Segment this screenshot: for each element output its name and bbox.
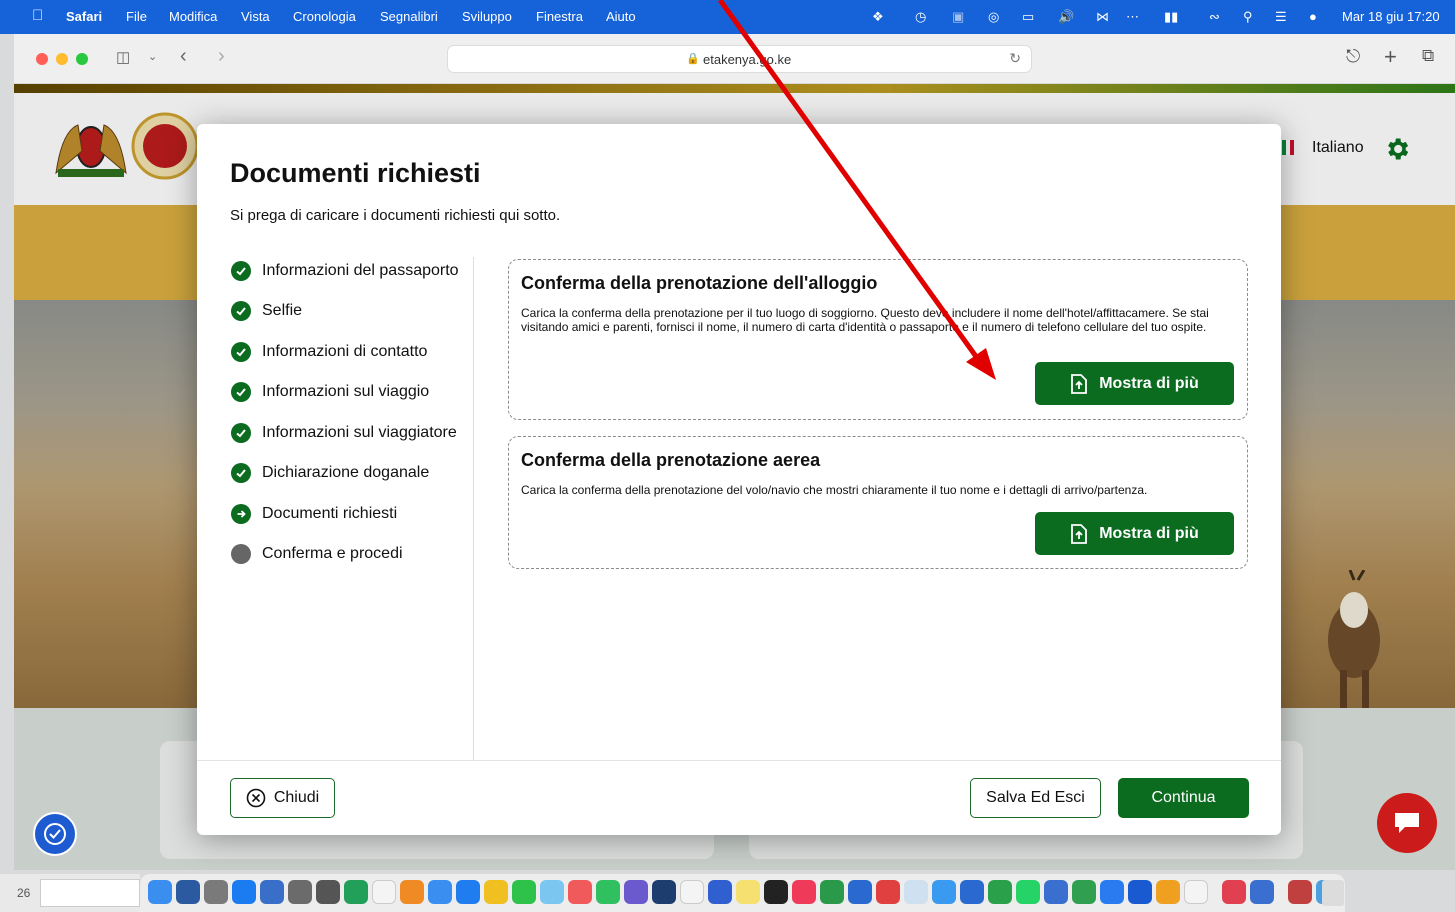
pdf-icon[interactable]	[1222, 880, 1246, 904]
photos-icon[interactable]	[568, 880, 592, 904]
star-app-icon[interactable]	[708, 880, 732, 904]
desktop-input-field[interactable]	[40, 879, 140, 907]
excel-icon[interactable]	[988, 880, 1012, 904]
music-icon[interactable]	[792, 880, 816, 904]
document-icon[interactable]	[1288, 880, 1312, 904]
sky-icon[interactable]	[1044, 880, 1068, 904]
calendar-icon[interactable]	[372, 880, 396, 904]
trash-icon[interactable]	[1322, 880, 1344, 906]
desktop-number: 26	[17, 886, 31, 900]
mail-icon[interactable]	[428, 880, 452, 904]
app-red-icon[interactable]	[876, 880, 900, 904]
app-blue-icon[interactable]	[1250, 880, 1274, 904]
calculator-icon[interactable]	[316, 880, 340, 904]
dock	[140, 874, 1345, 912]
imovie-icon[interactable]	[624, 880, 648, 904]
launchpad-icon[interactable]	[176, 880, 200, 904]
xcode-icon[interactable]	[932, 880, 956, 904]
maps-icon[interactable]	[540, 880, 564, 904]
keynote-icon[interactable]	[848, 880, 872, 904]
books-icon[interactable]	[400, 880, 424, 904]
zoom-icon[interactable]	[1128, 880, 1152, 904]
finder-icon[interactable]	[148, 880, 172, 904]
photoshop-icon[interactable]	[652, 880, 676, 904]
annotation-arrow	[717, 0, 996, 380]
messages-icon[interactable]	[512, 880, 536, 904]
desktop-edge: 26	[0, 874, 140, 912]
preview-icon[interactable]	[904, 880, 928, 904]
pages-icon[interactable]	[1156, 880, 1180, 904]
whatsapp-icon[interactable]	[1016, 880, 1040, 904]
system-icon[interactable]	[204, 880, 228, 904]
facetime-icon[interactable]	[344, 880, 368, 904]
app-store-icon[interactable]	[232, 880, 256, 904]
notes-icon[interactable]	[736, 880, 760, 904]
text-edit-icon[interactable]	[680, 880, 704, 904]
drive-icon[interactable]	[1100, 880, 1124, 904]
launchpad-grid-icon[interactable]	[288, 880, 312, 904]
screen:  Safari File Modifica Vista Cronologia …	[0, 0, 1455, 912]
chrome-icon[interactable]	[484, 880, 508, 904]
clock-icon[interactable]	[1184, 880, 1208, 904]
numbers-icon[interactable]	[820, 880, 844, 904]
safari-icon[interactable]	[456, 880, 480, 904]
apple-tv-icon[interactable]	[764, 880, 788, 904]
app-icon[interactable]	[260, 880, 284, 904]
word-icon[interactable]	[960, 880, 984, 904]
facetime-video-icon[interactable]	[596, 880, 620, 904]
app-green-icon[interactable]	[1072, 880, 1096, 904]
